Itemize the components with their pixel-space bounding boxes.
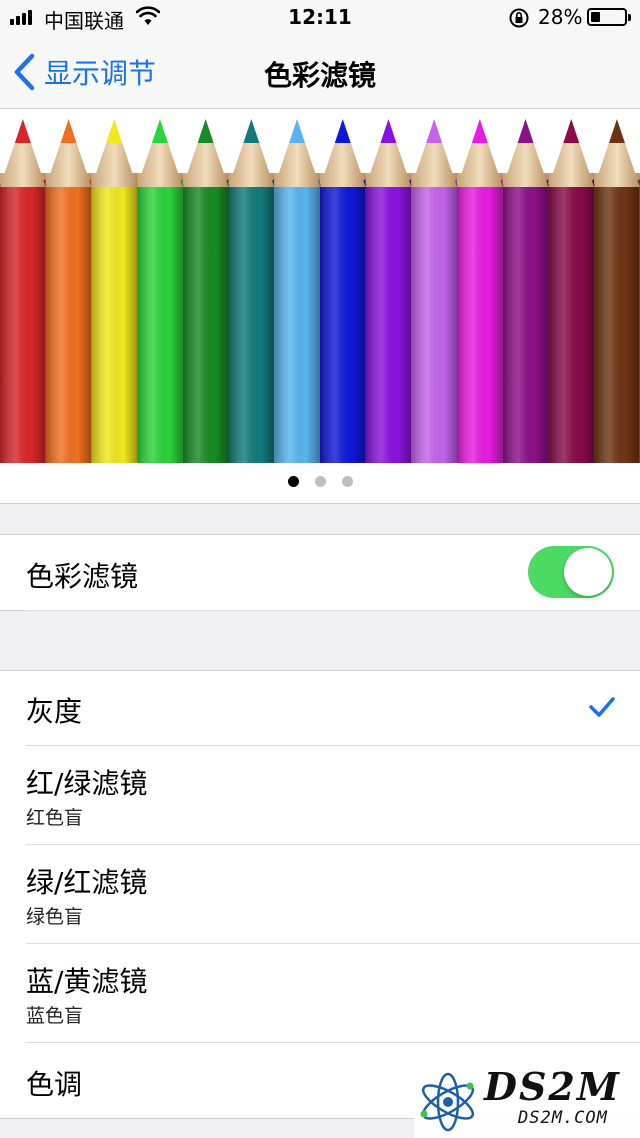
orientation-lock-icon xyxy=(509,8,529,28)
option-label: 蓝/黄滤镜 xyxy=(26,965,148,998)
option-sublabel: 绿色盲 xyxy=(26,906,84,928)
page-title: 色彩滤镜 xyxy=(263,59,376,92)
toggle-label: 色彩滤镜 xyxy=(26,560,139,593)
colored-pencils-image xyxy=(0,119,640,463)
pencil xyxy=(137,119,183,463)
filter-options-list: 灰度 红/绿滤镜 红色盲 绿/红滤镜 绿色盲 蓝/黄滤镜 蓝色盲 色调 xyxy=(0,670,640,1119)
page-indicator[interactable] xyxy=(0,476,640,487)
pencil xyxy=(594,119,640,463)
option-label: 色调 xyxy=(26,1068,83,1101)
pencil xyxy=(182,119,229,463)
page-dot[interactable] xyxy=(287,476,299,487)
option-label: 红/绿滤镜 xyxy=(26,767,148,800)
switch-knob xyxy=(564,548,612,596)
navigation-bar: 显示调节 色彩滤镜 xyxy=(0,36,640,109)
pencil xyxy=(45,119,92,463)
pencil xyxy=(274,119,320,463)
status-bar: 中国联通 12:11 28% xyxy=(0,0,640,36)
battery-percent: 28% xyxy=(538,5,583,29)
option-sublabel: 蓝色盲 xyxy=(26,1005,84,1027)
atom-logo-icon xyxy=(420,1072,475,1132)
pencil xyxy=(319,119,366,463)
pencil xyxy=(91,119,138,463)
battery-icon xyxy=(587,8,631,26)
filter-option-green-red[interactable]: 绿/红滤镜 绿色盲 xyxy=(26,845,640,944)
watermark-url: DS2M.COM xyxy=(518,1108,608,1128)
filter-option-blue-yellow[interactable]: 蓝/黄滤镜 蓝色盲 xyxy=(26,944,640,1043)
pencil xyxy=(365,119,412,463)
pencil xyxy=(228,119,275,463)
filter-preview-carousel[interactable] xyxy=(0,109,640,504)
page-dot[interactable] xyxy=(341,476,353,487)
pencil xyxy=(502,119,549,463)
pencil xyxy=(411,119,457,463)
filter-option-red-green[interactable]: 红/绿滤镜 红色盲 xyxy=(26,746,640,845)
pencil xyxy=(0,119,46,463)
color-filter-toggle-group: 色彩滤镜 xyxy=(0,534,640,611)
pencil xyxy=(548,119,595,463)
option-label: 绿/红滤镜 xyxy=(26,866,148,899)
checkmark-icon xyxy=(589,697,615,717)
filter-option-grayscale[interactable]: 灰度 xyxy=(26,671,640,746)
option-sublabel: 红色盲 xyxy=(26,807,84,829)
pencil xyxy=(457,119,503,463)
watermark: DS2M DS2M.COM xyxy=(414,1058,640,1138)
option-label: 灰度 xyxy=(26,695,83,728)
watermark-text: DS2M xyxy=(484,1064,621,1109)
page-dot[interactable] xyxy=(314,476,326,487)
color-filter-switch[interactable] xyxy=(528,546,614,598)
